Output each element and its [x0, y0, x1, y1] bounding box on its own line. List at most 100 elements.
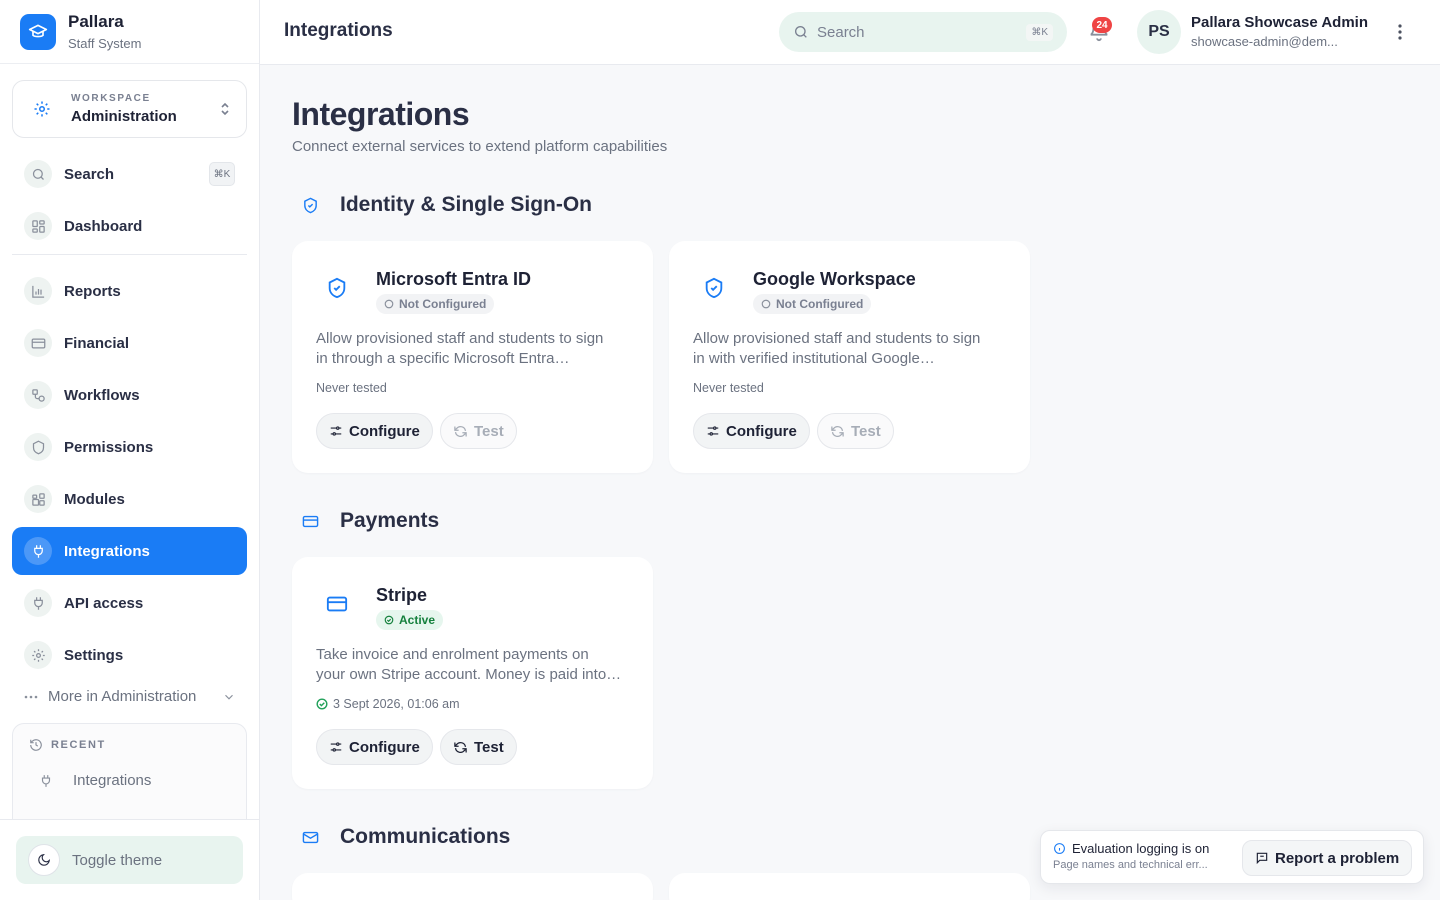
sidebar-item-api-access[interactable]: API access — [12, 579, 247, 627]
sidebar-item-dashboard[interactable]: Dashboard — [12, 202, 247, 250]
integration-card — [292, 873, 653, 900]
user-name: Pallara Showcase Admin — [1191, 14, 1369, 31]
configure-button[interactable]: Configure — [316, 413, 433, 449]
section-payments: Payments — [300, 509, 439, 533]
card-name: Microsoft Entra ID — [376, 269, 532, 289]
graduation-cap-icon — [20, 13, 56, 50]
last-tested: 3 Sept 2026, 01:06 am — [316, 697, 459, 711]
sidebar-item-label: Permissions — [64, 438, 154, 456]
modules-icon — [24, 485, 52, 513]
recent-item-label: Integrations — [73, 772, 152, 789]
integration-card — [669, 873, 1030, 900]
brand-name: Pallara — [68, 12, 124, 31]
shield-check-icon — [703, 277, 727, 301]
evaluation-logging-toast: Evaluation logging is on Page names and … — [1040, 830, 1424, 884]
sidebar-item-label: Reports — [64, 282, 121, 300]
workspace-switcher[interactable]: WORKSPACE Administration — [12, 80, 247, 138]
sidebar-item-label: API access — [64, 594, 144, 612]
card-name: Stripe — [376, 585, 428, 605]
sidebar-item-label: Workflows — [64, 386, 140, 404]
recent-panel: RECENT Integrations — [12, 723, 247, 819]
gear-icon — [31, 98, 53, 120]
status-label: Not Configured — [776, 297, 864, 311]
page-subtitle: Connect external services to extend plat… — [292, 138, 668, 155]
status-badge: Active — [376, 610, 444, 630]
section-title: Communications — [340, 825, 511, 848]
status-badge: Not Configured — [753, 294, 872, 314]
section-title: Payments — [340, 509, 440, 532]
sidebar-item-label: Search — [64, 165, 115, 183]
refresh-icon — [831, 425, 844, 437]
sidebar: Pallara Staff System WORKSPACE Administr… — [0, 0, 260, 900]
sidebar-item-modules[interactable]: Modules — [12, 475, 247, 523]
shortcut-badge: ⌘K — [1026, 23, 1053, 41]
more-in-administration[interactable]: More in Administration — [24, 688, 236, 705]
last-tested-label: 3 Sept 2026, 01:06 am — [333, 697, 460, 711]
report-problem-button[interactable]: Report a problem — [1242, 840, 1412, 876]
configure-label: Configure — [726, 422, 797, 440]
sliders-icon — [330, 426, 342, 436]
status-badge: Not Configured — [376, 294, 495, 314]
check-circle-icon — [316, 698, 328, 710]
sidebar-item-label: Settings — [64, 646, 124, 664]
integration-card-stripe: Stripe Active Take invoice and enrolment… — [292, 557, 653, 789]
sidebar-item-reports[interactable]: Reports — [12, 267, 247, 315]
sidebar-item-financial[interactable]: Financial — [12, 319, 247, 367]
moon-icon — [28, 844, 60, 876]
global-search[interactable]: ⌘K — [779, 12, 1067, 52]
test-button[interactable]: Test — [440, 413, 517, 449]
search-icon — [24, 160, 52, 188]
credit-card-icon — [326, 593, 350, 617]
test-button[interactable]: Test — [440, 729, 517, 765]
card-description-line: Allow provisioned staff and students to … — [693, 330, 981, 347]
card-name: Google Workspace — [753, 269, 916, 289]
avatar[interactable]: PS — [1137, 10, 1181, 54]
test-label: Test — [851, 422, 881, 440]
workspace-label: WORKSPACE — [71, 93, 151, 104]
gear-icon — [24, 641, 52, 669]
configure-button[interactable]: Configure — [316, 729, 433, 765]
card-description-line: your own Stripe account. Money is paid i… — [316, 666, 622, 683]
card-description-line: in with verified institutional Google… — [693, 350, 935, 367]
shortcut-badge: ⌘K — [209, 162, 235, 186]
refresh-icon — [454, 741, 467, 753]
sidebar-item-settings[interactable]: Settings — [12, 631, 247, 679]
workflow-icon — [24, 381, 52, 409]
workspace-value: Administration — [71, 108, 177, 125]
integration-card-google-workspace: Google Workspace Not Configured Allow pr… — [669, 241, 1030, 473]
credit-card-icon — [24, 329, 52, 357]
toggle-theme-label: Toggle theme — [72, 851, 163, 869]
section-communications: Communications — [300, 825, 510, 849]
sidebar-item-label: Financial — [64, 334, 130, 352]
user-email: showcase-admin@dem... — [1191, 34, 1338, 49]
more-vertical-icon[interactable] — [1388, 20, 1412, 44]
toggle-theme-button[interactable]: Toggle theme — [16, 836, 243, 884]
shield-check-icon — [300, 195, 320, 215]
sidebar-item-integrations[interactable]: Integrations — [12, 527, 247, 575]
last-tested: Never tested — [316, 381, 387, 395]
credit-card-icon — [300, 511, 320, 531]
sidebar-footer: Toggle theme — [0, 819, 259, 900]
sliders-icon — [330, 742, 342, 752]
sidebar-item-label: Modules — [64, 490, 125, 508]
plug-icon — [24, 537, 52, 565]
sidebar-item-workflows[interactable]: Workflows — [12, 371, 247, 419]
last-tested: Never tested — [693, 381, 764, 395]
plug-icon — [24, 589, 52, 617]
user-info[interactable]: Pallara Showcase Admin showcase-admin@de… — [1191, 14, 1371, 49]
search-icon — [793, 24, 809, 40]
integration-card-microsoft-entra: Microsoft Entra ID Not Configured Allow … — [292, 241, 653, 473]
brand-subtitle: Staff System — [68, 36, 142, 51]
card-description: Allow provisioned staff and students to … — [316, 329, 634, 369]
sidebar-item-search[interactable]: Search ⌘K — [12, 150, 247, 198]
sliders-icon — [707, 426, 719, 436]
check-circle-icon — [384, 615, 394, 625]
test-button[interactable]: Test — [817, 413, 894, 449]
refresh-icon — [454, 425, 467, 437]
configure-button[interactable]: Configure — [693, 413, 810, 449]
search-input[interactable] — [817, 23, 1017, 41]
plug-icon — [39, 774, 53, 788]
sidebar-item-permissions[interactable]: Permissions — [12, 423, 247, 471]
brand[interactable]: Pallara Staff System — [0, 0, 259, 64]
recent-item[interactable]: Integrations — [13, 752, 246, 789]
